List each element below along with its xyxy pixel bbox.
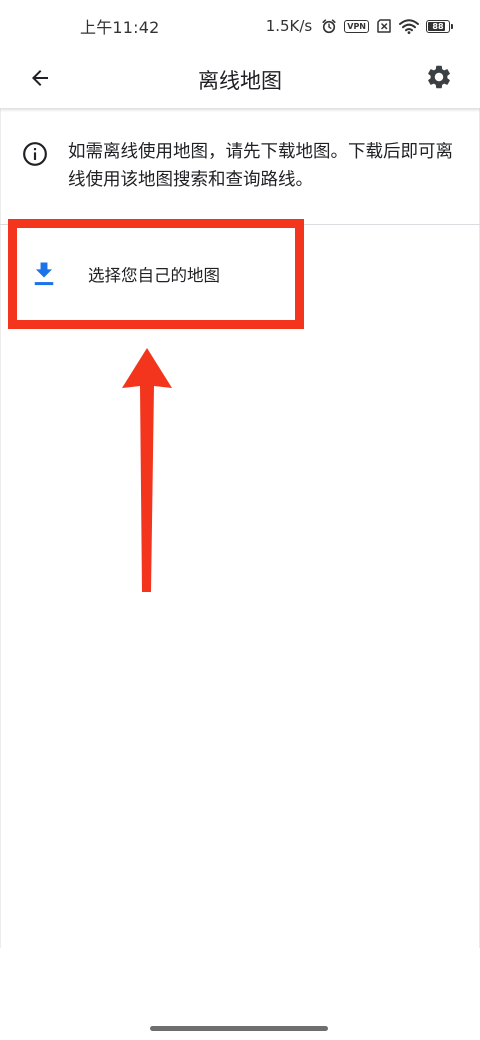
divider	[0, 224, 480, 225]
status-time: 上午11:42	[80, 18, 160, 37]
left-edge-line	[0, 108, 1, 948]
alarm-icon	[321, 18, 337, 34]
battery-level: 88	[432, 21, 444, 31]
status-bar: 上午11:42 1.5K/s VPN 88	[0, 0, 480, 52]
network-speed: 1.5K/s	[265, 17, 313, 35]
settings-button[interactable]	[422, 60, 456, 94]
select-own-map-label: 选择您自己的地图	[88, 266, 220, 285]
home-indicator[interactable]	[150, 1026, 328, 1031]
info-banner: 如需离线使用地图，请先下载地图。下载后即可离线使用该地图搜索和查询路线。	[0, 138, 480, 194]
screen: 上午11:42 1.5K/s VPN 88 离线地图 如需离线使用地图，请先下载…	[0, 0, 480, 1040]
annotation-arrow	[122, 348, 172, 592]
app-bar: 离线地图	[0, 52, 480, 108]
vpn-icon: VPN	[344, 19, 369, 33]
battery-icon: 88	[426, 19, 453, 33]
gear-icon	[428, 65, 450, 89]
back-button[interactable]	[24, 62, 56, 94]
info-icon	[23, 142, 47, 166]
select-own-map-button[interactable]: 选择您自己的地图	[14, 238, 300, 310]
arrow-back-icon	[32, 70, 48, 86]
info-text: 如需离线使用地图，请先下载地图。下载后即可离线使用该地图搜索和查询路线。	[68, 142, 453, 190]
status-icons: 1.5K/s VPN 88	[265, 17, 453, 35]
download-icon	[34, 262, 54, 286]
page-title: 离线地图	[198, 69, 282, 93]
wifi-icon	[399, 18, 419, 34]
sim-disabled-icon	[376, 19, 392, 33]
